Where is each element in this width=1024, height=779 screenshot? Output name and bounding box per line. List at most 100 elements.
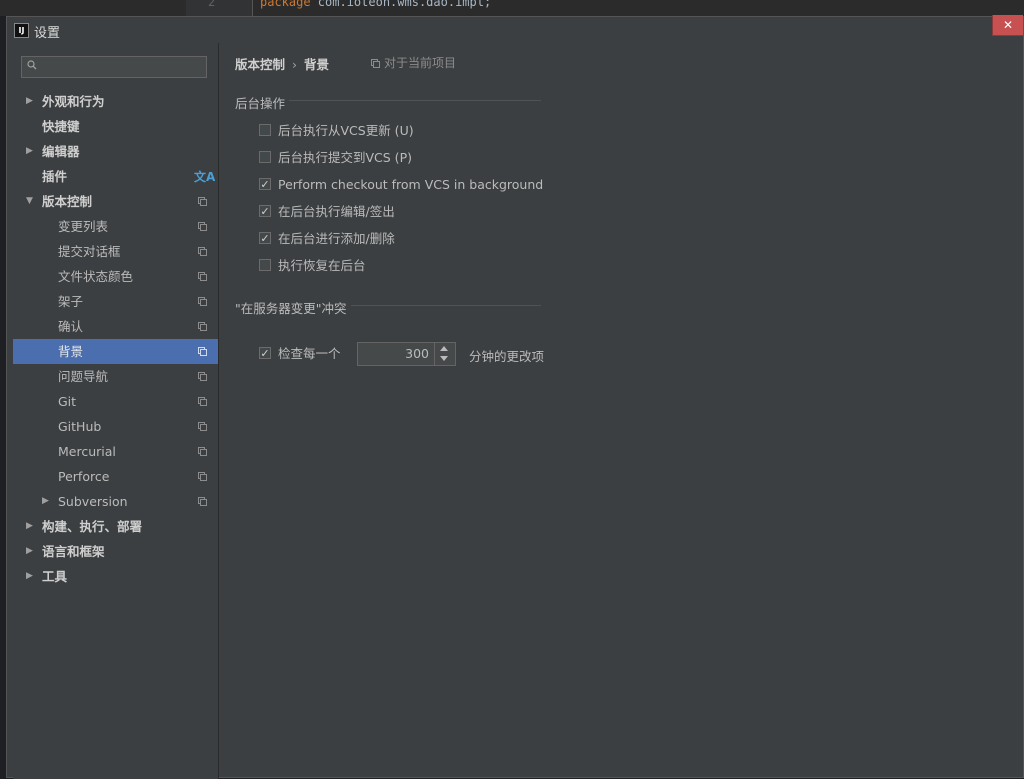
tree-item-mercurial[interactable]: Mercurial	[13, 439, 218, 464]
background-editor: 2 package com.ioteon.wms.dao.impl;	[0, 0, 1024, 16]
spinner-up-icon[interactable]	[440, 346, 448, 351]
project-scope-icon	[198, 297, 207, 306]
project-scope-icon	[198, 272, 207, 281]
tree-item-tools[interactable]: ▶ 工具	[13, 564, 218, 589]
expand-arrow-icon[interactable]: ▶	[26, 564, 33, 589]
settings-dialog: IJ 设置 ✕ ▶ 外观和行为 快捷键 ▶ 编辑器 插件 文A ▼ 版本控制 变…	[6, 15, 1024, 779]
title-bar: IJ 设置 ✕	[7, 15, 1023, 43]
project-scope-icon	[198, 397, 207, 406]
project-scope-icon	[198, 472, 207, 481]
tree-item-perforce[interactable]: Perforce	[13, 464, 218, 489]
tree-item-build-execution-deployment[interactable]: ▶ 构建、执行、部署	[13, 514, 218, 539]
expand-arrow-icon[interactable]: ▶	[26, 139, 33, 164]
window-title: 设置	[34, 26, 61, 41]
checkbox-label: 执行恢复在后台	[278, 258, 366, 273]
tree-item-label: 变更列表	[58, 219, 109, 234]
project-scope-icon	[198, 247, 207, 256]
tree-item-label: 语言和框架	[42, 544, 105, 559]
settings-sidebar: ▶ 外观和行为 快捷键 ▶ 编辑器 插件 文A ▼ 版本控制 变更列表 提交对话…	[13, 43, 219, 779]
expand-arrow-icon[interactable]: ▶	[42, 489, 49, 514]
breadcrumb-separator: ›	[292, 57, 298, 72]
project-scope-icon	[198, 222, 207, 231]
tree-item-git[interactable]: Git	[13, 389, 218, 414]
checkbox-checked[interactable]: ✓	[259, 205, 271, 217]
tree-item-label: 版本控制	[42, 194, 93, 209]
settings-content: 版本控制 › 背景 对于当前项目 后台操作 后台执行从VCS更新 (U) 后台执行提…	[219, 43, 1019, 779]
section-title-server-changes-conflict: "在服务器变更"冲突	[235, 301, 347, 316]
spinner-buttons[interactable]	[434, 343, 455, 365]
spinner-value[interactable]: 300	[405, 346, 429, 361]
tree-item-label: 文件状态颜色	[58, 269, 134, 284]
tree-item-plugins[interactable]: 插件 文A	[13, 164, 218, 189]
minutes-spinner[interactable]: 300	[357, 342, 456, 366]
code-text: com.ioteon.wms.dao.impl;	[310, 0, 492, 9]
tree-item-label: Git	[58, 394, 77, 409]
project-scope-icon	[198, 447, 207, 456]
tree-item-label: 构建、执行、部署	[42, 519, 143, 534]
tree-item-confirmation[interactable]: 确认	[13, 314, 218, 339]
search-icon	[27, 60, 37, 70]
tree-item-label: 提交对话框	[58, 244, 121, 259]
tree-item-label: 问题导航	[58, 369, 109, 384]
line-number: 2	[208, 0, 216, 9]
settings-tree: ▶ 外观和行为 快捷键 ▶ 编辑器 插件 文A ▼ 版本控制 变更列表 提交对话…	[13, 89, 218, 589]
checkbox[interactable]	[259, 259, 271, 271]
checkbox[interactable]	[259, 151, 271, 163]
section-divider	[351, 305, 541, 306]
editor-gutter	[186, 0, 253, 16]
breadcrumb: 版本控制 › 背景	[235, 54, 329, 73]
checkbox-checked[interactable]: ✓	[259, 232, 271, 244]
project-scope-icon	[198, 497, 207, 506]
tree-item-commit-dialog[interactable]: 提交对话框	[13, 239, 218, 264]
expand-arrow-icon[interactable]: ▶	[26, 539, 33, 564]
tree-item-keymap[interactable]: 快捷键	[13, 114, 218, 139]
collapse-arrow-icon[interactable]: ▼	[26, 189, 33, 214]
project-scope-icon	[198, 197, 207, 206]
tree-item-label: 架子	[58, 294, 84, 309]
tree-item-label: Subversion	[58, 494, 128, 509]
checkbox-label: 检查每一个	[278, 346, 341, 361]
checkbox-label: Perform checkout from VCS in background	[278, 177, 544, 192]
tree-item-label: 确认	[58, 319, 84, 334]
tree-item-label: 插件	[42, 169, 68, 184]
tree-item-label: Mercurial	[58, 444, 116, 459]
breadcrumb-current: 背景	[304, 57, 330, 72]
tree-item-subversion[interactable]: ▶ Subversion	[13, 489, 218, 514]
expand-arrow-icon[interactable]: ▶	[26, 514, 33, 539]
tree-item-version-control[interactable]: ▼ 版本控制	[13, 189, 218, 214]
project-scope-icon	[198, 322, 207, 331]
checkbox[interactable]	[259, 124, 271, 136]
tree-item-label: 背景	[58, 344, 84, 359]
tree-item-issue-navigation[interactable]: 问题导航	[13, 364, 218, 389]
project-scope-label: 对于当前项目	[371, 54, 456, 71]
tree-item-file-status-colors[interactable]: 文件状态颜色	[13, 264, 218, 289]
project-scope-icon	[198, 422, 207, 431]
search-input[interactable]	[21, 56, 207, 78]
tree-item-label: 工具	[42, 569, 68, 584]
close-button[interactable]: ✕	[992, 15, 1023, 36]
tree-item-label: 快捷键	[42, 119, 80, 134]
expand-arrow-icon[interactable]: ▶	[26, 89, 33, 114]
minutes-suffix-label: 分钟的更改项	[469, 349, 545, 364]
tree-item-background[interactable]: 背景	[13, 339, 218, 364]
tree-item-shelf[interactable]: 架子	[13, 289, 218, 314]
tree-item-label: GitHub	[58, 419, 102, 434]
spinner-down-icon[interactable]	[440, 356, 448, 361]
tree-item-editor[interactable]: ▶ 编辑器	[13, 139, 218, 164]
intellij-app-icon: IJ	[14, 23, 29, 38]
checkbox-label: 在后台执行编辑/签出	[278, 204, 395, 219]
tree-item-languages-frameworks[interactable]: ▶ 语言和框架	[13, 539, 218, 564]
tree-item-appearance[interactable]: ▶ 外观和行为	[13, 89, 218, 114]
checkbox-label: 在后台进行添加/删除	[278, 231, 395, 246]
tree-item-changelists[interactable]: 变更列表	[13, 214, 218, 239]
checkbox-checked[interactable]: ✓	[259, 347, 271, 359]
scope-text: 对于当前项目	[384, 56, 457, 70]
breadcrumb-parent[interactable]: 版本控制	[235, 57, 285, 72]
checkbox-label: 后台执行提交到VCS (P)	[278, 150, 412, 165]
section-title-background-operations: 后台操作	[235, 96, 286, 111]
code-line: package com.ioteon.wms.dao.impl;	[260, 0, 491, 9]
code-keyword: package	[260, 0, 311, 9]
checkbox-checked[interactable]: ✓	[259, 178, 271, 190]
tree-item-github[interactable]: GitHub	[13, 414, 218, 439]
tree-item-label: Perforce	[58, 469, 110, 484]
